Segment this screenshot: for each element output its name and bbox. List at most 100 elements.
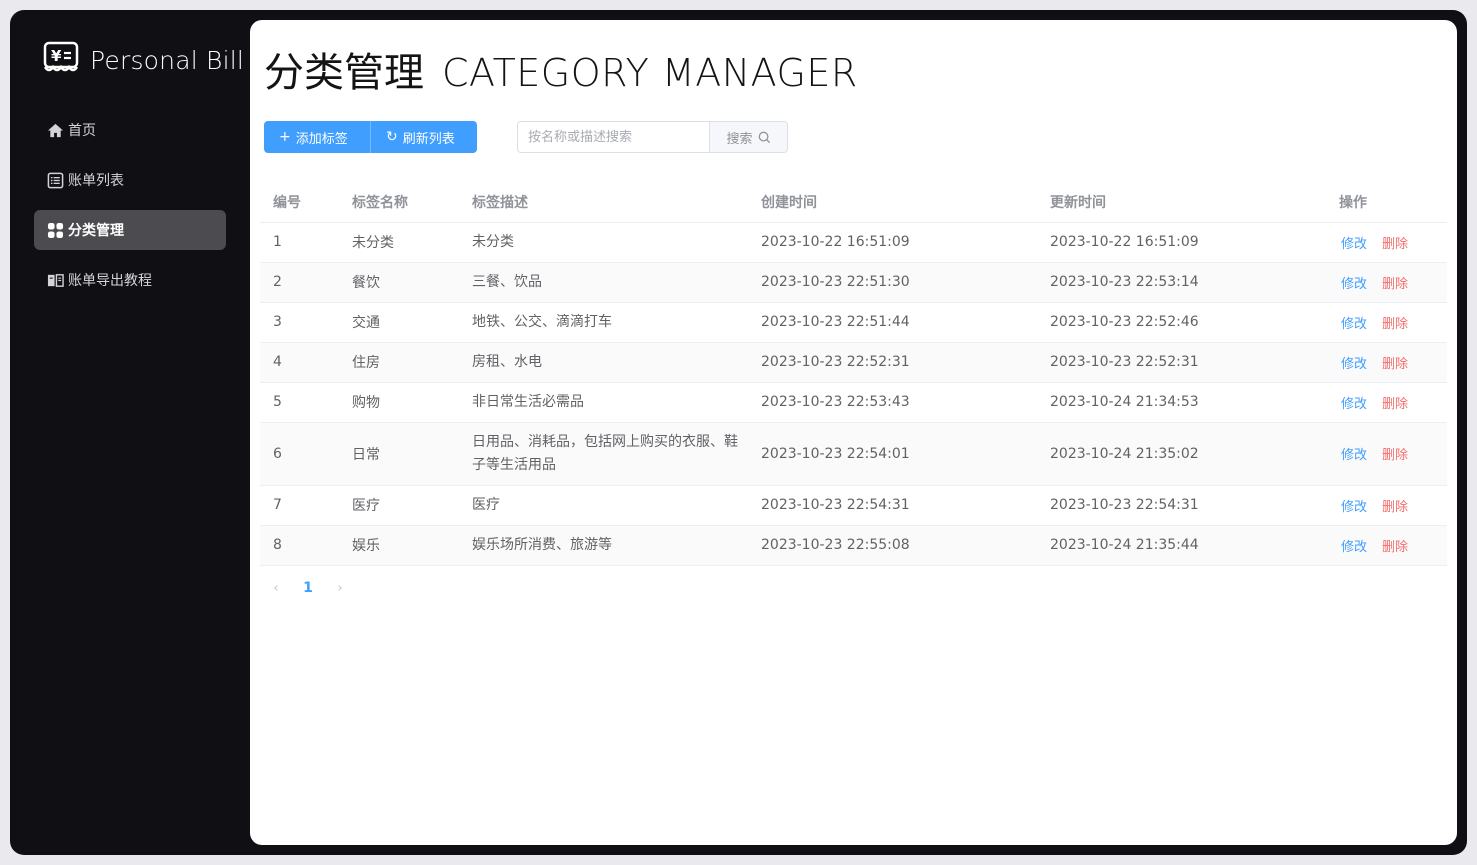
table-row: 1 未分类 未分类 2023-10-22 16:51:09 2023-10-22…: [260, 222, 1447, 263]
column-header-description: 标签描述: [459, 182, 748, 223]
column-header-created: 创建时间: [748, 182, 1037, 223]
edit-link[interactable]: 修改: [1341, 540, 1367, 555]
edit-link[interactable]: 修改: [1341, 357, 1367, 372]
cell-id: 4: [260, 342, 339, 383]
delete-link[interactable]: 删除: [1382, 237, 1408, 252]
app-name: Personal Bill: [90, 45, 245, 75]
sidebar-item-bill-list[interactable]: 账单列表: [34, 160, 226, 200]
sidebar-item-label: 账单列表: [68, 173, 124, 189]
main-content: 分类管理 CATEGORY MANAGER + 添加标签 ↻ 刷新列表 搜索: [250, 20, 1457, 845]
refresh-icon: ↻: [386, 129, 398, 145]
cell-description: 医疗: [459, 485, 748, 526]
cell-actions: 修改 删除: [1326, 382, 1447, 423]
cell-name: 购物: [339, 382, 459, 423]
cell-name: 未分类: [339, 222, 459, 263]
edit-link[interactable]: 修改: [1341, 237, 1367, 252]
cell-description: 未分类: [459, 222, 748, 263]
refresh-list-label: 刷新列表: [402, 131, 455, 147]
cell-actions: 修改 删除: [1326, 222, 1447, 263]
cell-name: 交通: [339, 302, 459, 343]
delete-link[interactable]: 删除: [1382, 540, 1408, 555]
cell-name: 餐饮: [339, 262, 459, 303]
svg-text:¥: ¥: [51, 47, 62, 65]
cell-description: 日用品、消耗品，包括网上购买的衣服、鞋子等生活用品: [459, 422, 748, 486]
cell-description: 地铁、公交、滴滴打车: [459, 302, 748, 343]
column-header-id: 编号: [260, 182, 339, 223]
category-table: 编号 标签名称 标签描述 创建时间 更新时间 操作 1 未分类 未分类 2023…: [260, 182, 1447, 566]
app-frame: ¥ Personal Bill 首页 账单列表 分类管理 账单导出教程 分类管理…: [10, 10, 1467, 855]
cell-updated: 2023-10-23 22:54:31: [1037, 485, 1326, 526]
page-title-en: CATEGORY MANAGER: [442, 51, 858, 95]
search-bar: 搜索: [517, 121, 788, 153]
delete-link[interactable]: 删除: [1382, 500, 1408, 515]
app-logo[interactable]: ¥ Personal Bill: [43, 41, 245, 79]
edit-link[interactable]: 修改: [1341, 277, 1367, 292]
cell-id: 3: [260, 302, 339, 343]
cell-updated: 2023-10-23 22:52:46: [1037, 302, 1326, 343]
delete-link[interactable]: 删除: [1382, 277, 1408, 292]
grid-icon: [46, 221, 64, 239]
sidebar-item-category[interactable]: 分类管理: [34, 210, 226, 250]
cell-id: 6: [260, 422, 339, 486]
list-icon: [46, 171, 64, 189]
plus-icon: +: [279, 129, 291, 145]
cell-actions: 修改 删除: [1326, 262, 1447, 303]
table-row: 8 娱乐 娱乐场所消费、旅游等 2023-10-23 22:55:08 2023…: [260, 525, 1447, 566]
cell-actions: 修改 删除: [1326, 485, 1447, 526]
search-icon: [758, 131, 770, 143]
bill-logo-icon: ¥: [43, 41, 79, 79]
cell-name: 日常: [339, 422, 459, 486]
table-row: 3 交通 地铁、公交、滴滴打车 2023-10-23 22:51:44 2023…: [260, 302, 1447, 343]
table-row: 6 日常 日用品、消耗品，包括网上购买的衣服、鞋子等生活用品 2023-10-2…: [260, 422, 1447, 486]
sidebar-item-label: 账单导出教程: [68, 273, 152, 289]
delete-link[interactable]: 删除: [1382, 448, 1408, 463]
cell-name: 住房: [339, 342, 459, 383]
table-row: 7 医疗 医疗 2023-10-23 22:54:31 2023-10-23 2…: [260, 485, 1447, 526]
page-title-cn: 分类管理: [264, 50, 424, 96]
cell-created: 2023-10-23 22:52:31: [748, 342, 1037, 383]
action-button-group: + 添加标签 ↻ 刷新列表: [264, 121, 477, 153]
sidebar-item-label: 分类管理: [68, 223, 124, 239]
cell-updated: 2023-10-23 22:53:14: [1037, 262, 1326, 303]
cell-id: 2: [260, 262, 339, 303]
cell-id: 7: [260, 485, 339, 526]
book-icon: [46, 271, 64, 289]
delete-link[interactable]: 删除: [1382, 397, 1408, 412]
cell-description: 非日常生活必需品: [459, 382, 748, 423]
sidebar-item-home[interactable]: 首页: [34, 110, 226, 150]
page-number-current[interactable]: 1: [292, 580, 324, 596]
search-input[interactable]: [517, 121, 709, 153]
cell-description: 三餐、饮品: [459, 262, 748, 303]
cell-created: 2023-10-23 22:54:01: [748, 422, 1037, 486]
cell-updated: 2023-10-23 22:52:31: [1037, 342, 1326, 383]
cell-id: 5: [260, 382, 339, 423]
cell-name: 医疗: [339, 485, 459, 526]
delete-link[interactable]: 删除: [1382, 357, 1408, 372]
delete-link[interactable]: 删除: [1382, 317, 1408, 332]
cell-updated: 2023-10-24 21:34:53: [1037, 382, 1326, 423]
table-header-row: 编号 标签名称 标签描述 创建时间 更新时间 操作: [260, 182, 1447, 223]
edit-link[interactable]: 修改: [1341, 317, 1367, 332]
edit-link[interactable]: 修改: [1341, 500, 1367, 515]
column-header-name: 标签名称: [339, 182, 459, 223]
table-row: 4 住房 房租、水电 2023-10-23 22:52:31 2023-10-2…: [260, 342, 1447, 383]
search-button-label: 搜索: [726, 131, 753, 147]
cell-id: 1: [260, 222, 339, 263]
cell-created: 2023-10-23 22:55:08: [748, 525, 1037, 566]
prev-page-icon[interactable]: ‹: [270, 581, 282, 596]
next-page-icon[interactable]: ›: [334, 581, 346, 596]
pagination: ‹ 1 ›: [270, 580, 346, 596]
sidebar: ¥ Personal Bill 首页 账单列表 分类管理 账单导出教程: [10, 10, 250, 855]
column-header-updated: 更新时间: [1037, 182, 1326, 223]
refresh-list-button[interactable]: ↻ 刷新列表: [371, 121, 477, 153]
sidebar-item-label: 首页: [68, 123, 96, 139]
search-button[interactable]: 搜索: [709, 121, 788, 153]
edit-link[interactable]: 修改: [1341, 448, 1367, 463]
cell-actions: 修改 删除: [1326, 342, 1447, 383]
cell-actions: 修改 删除: [1326, 525, 1447, 566]
add-tag-button[interactable]: + 添加标签: [264, 121, 371, 153]
cell-description: 房租、水电: [459, 342, 748, 383]
edit-link[interactable]: 修改: [1341, 397, 1367, 412]
sidebar-item-export-guide[interactable]: 账单导出教程: [34, 260, 226, 300]
cell-created: 2023-10-22 16:51:09: [748, 222, 1037, 263]
